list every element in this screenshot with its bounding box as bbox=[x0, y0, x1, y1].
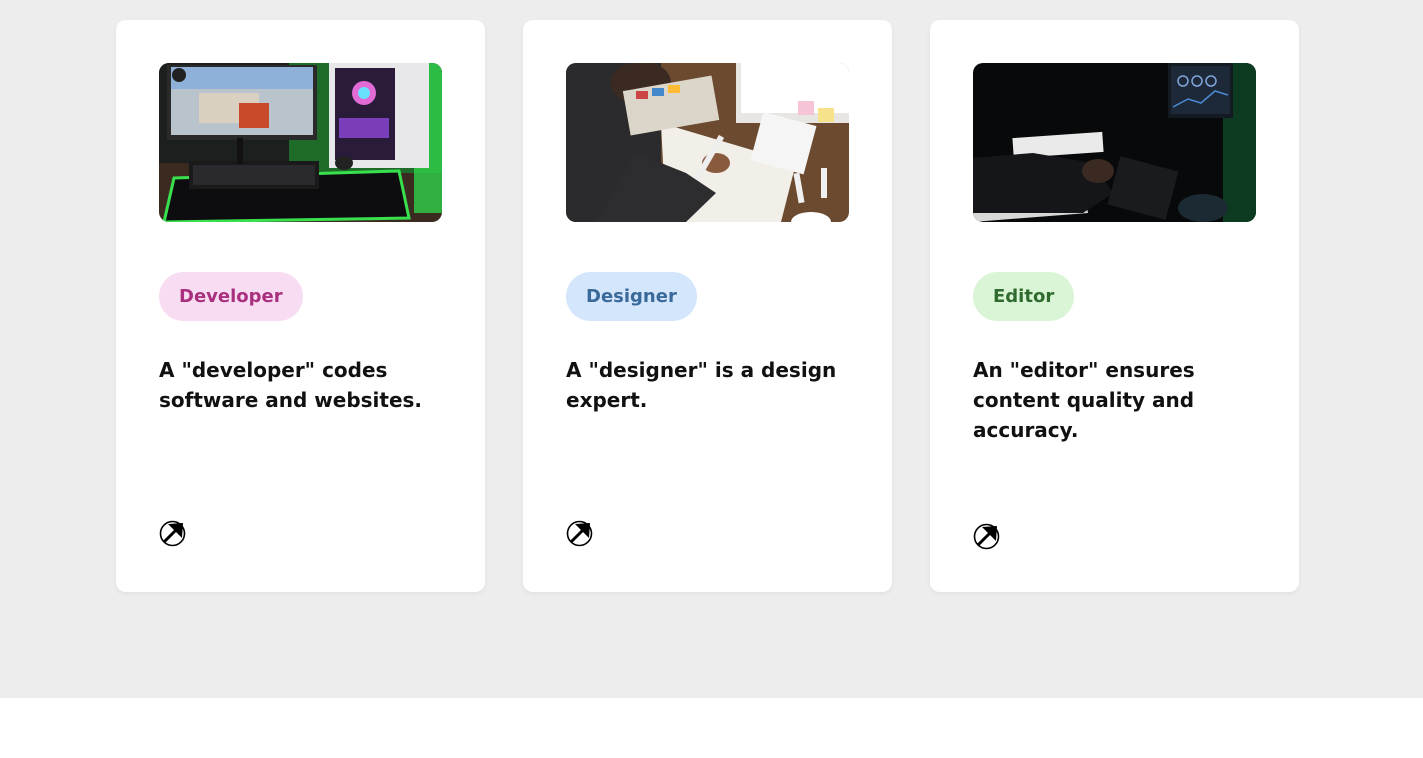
cards-section: Developer A "developer" codes software a… bbox=[0, 0, 1423, 698]
card-description: A "designer" is a design expert. bbox=[566, 358, 837, 412]
card-designer: Designer A "designer" is a design expert… bbox=[523, 20, 892, 592]
card-developer: Developer A "developer" codes software a… bbox=[116, 20, 485, 592]
arrow-up-right-circle-icon[interactable] bbox=[566, 520, 593, 547]
category-tag[interactable]: Designer bbox=[566, 272, 697, 321]
category-tag[interactable]: Editor bbox=[973, 272, 1075, 321]
card-editor: Editor An "editor" ensures content quali… bbox=[930, 20, 1299, 592]
card-description: A "developer" codes software and website… bbox=[159, 358, 423, 412]
arrow-up-right-circle-icon[interactable] bbox=[159, 520, 186, 547]
card-description: An "editor" ensures content quality and … bbox=[973, 358, 1195, 442]
designer-image bbox=[566, 63, 849, 222]
category-tag[interactable]: Developer bbox=[159, 272, 303, 321]
editor-image bbox=[973, 63, 1256, 222]
developer-image bbox=[159, 63, 442, 222]
arrow-up-right-circle-icon[interactable] bbox=[973, 523, 1000, 550]
